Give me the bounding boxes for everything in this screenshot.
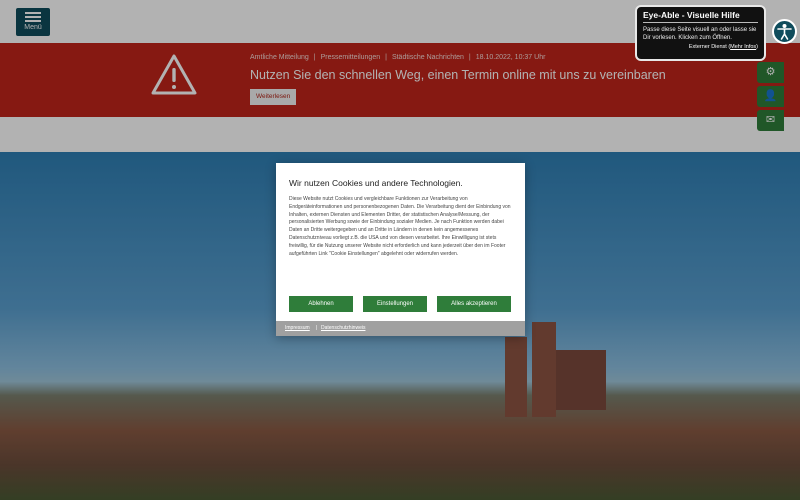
reject-button[interactable]: Ablehnen [289,296,353,312]
cookie-title: Wir nutzen Cookies und andere Technologi… [289,178,463,188]
accept-all-button[interactable]: Alles akzeptieren [437,296,511,312]
settings-button[interactable]: Einstellungen [363,296,427,312]
accessibility-button[interactable] [772,19,797,44]
footer-separator: | [316,325,318,331]
eye-able-external: Externer Dienst (Mehr Infos) [688,44,758,50]
more-info-link[interactable]: Mehr Infos [730,44,756,50]
cookie-dialog: Wir nutzen Cookies und andere Technologi… [276,163,525,336]
cookie-footer: Impressum | Datenschutzhinweis [276,321,525,336]
privacy-link[interactable]: Datenschutzhinweis [321,325,365,331]
accessibility-icon [777,24,792,40]
cookie-text: Diese Website nutzt Cookies und vergleic… [289,196,511,257]
eye-able-description: Passe diese Seite visuell an oder lasse … [643,27,757,41]
eye-able-tooltip: Eye-Able - Visuelle Hilfe Passe diese Se… [635,5,766,61]
imprint-link[interactable]: Impressum [285,325,310,331]
eye-able-title: Eye-Able - Visuelle Hilfe [643,10,758,23]
